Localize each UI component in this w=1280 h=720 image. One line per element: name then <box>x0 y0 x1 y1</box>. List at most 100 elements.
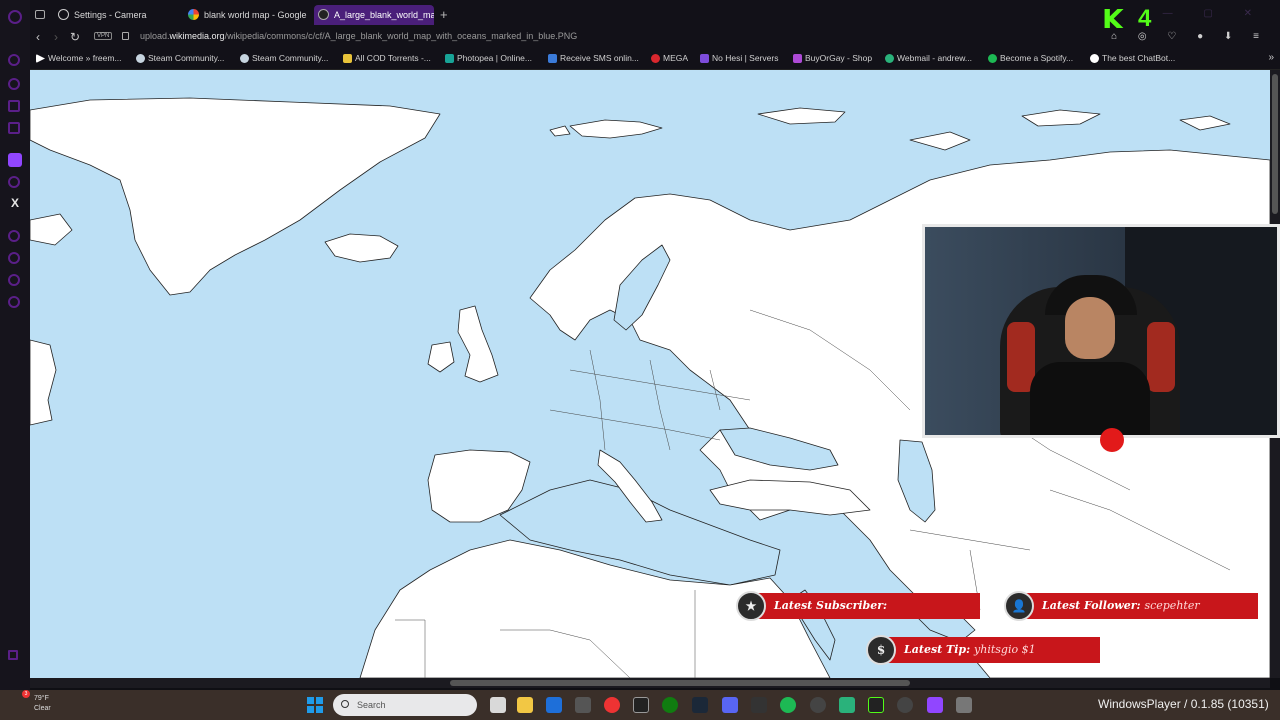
weather-badge: 3 <box>22 690 30 698</box>
toolbar-right-icons[interactable]: ⌂ ◎ ♡ ● ⬇ ≡ <box>1111 31 1268 42</box>
webmail-icon <box>885 54 894 63</box>
latest-tip-alert: $ Latest Tip: yhitsgio $1 <box>866 635 1100 665</box>
sms-icon <box>548 54 557 63</box>
url-path: /wikipedia/commons/c/cf/A_large_blank_wo… <box>224 31 578 41</box>
search-icon <box>341 700 349 708</box>
dollar-icon: $ <box>866 635 896 665</box>
new-tab-button[interactable]: + <box>440 7 448 22</box>
url-host: wikimedia.org <box>169 31 225 41</box>
tab-label: Settings - Camera <box>74 10 147 20</box>
windows-start-icon[interactable] <box>307 697 323 713</box>
streamer-body <box>1030 362 1150 435</box>
latest-follower-alert: 👤 Latest Follower: scepehter <box>1004 591 1258 621</box>
google-icon <box>188 9 199 20</box>
nohesi-icon <box>700 54 709 63</box>
discord-icon[interactable] <box>722 697 738 713</box>
bookmark-item[interactable]: Webmail - andrew... <box>885 53 972 63</box>
reload-button[interactable]: ↻ <box>70 30 80 44</box>
scroll-thumb[interactable] <box>1272 74 1278 214</box>
app-icon[interactable] <box>956 697 972 713</box>
steam-icon <box>240 54 249 63</box>
tip-label: Latest Tip: <box>904 643 971 656</box>
bookmark-item[interactable]: Photopea | Online... <box>445 53 532 63</box>
app-icon[interactable] <box>897 697 913 713</box>
terminal-icon[interactable] <box>751 697 767 713</box>
twitch-taskbar-icon[interactable] <box>927 697 943 713</box>
sidebar-clock-icon[interactable] <box>8 252 20 264</box>
sidebar-history-icon[interactable] <box>8 230 20 242</box>
window-controls[interactable]: — ▢ ✕ <box>1163 8 1266 19</box>
bookmark-item[interactable]: BuyOrGay - Shop <box>793 53 872 63</box>
forward-button[interactable]: › <box>54 30 58 44</box>
steam-icon <box>136 54 145 63</box>
bookmark-item[interactable]: Steam Community... <box>136 53 224 63</box>
steam-taskbar-icon[interactable] <box>692 697 708 713</box>
github-icon[interactable] <box>810 697 826 713</box>
sidebar-ai-icon[interactable] <box>8 54 20 66</box>
app-icon[interactable] <box>868 697 884 713</box>
gear-icon <box>58 9 69 20</box>
horizontal-scrollbar[interactable] <box>30 678 1270 688</box>
app-icon[interactable] <box>839 697 855 713</box>
svalbard-landmass <box>569 119 663 139</box>
vpn-badge[interactable]: VPN <box>94 32 113 40</box>
follower-label: Latest Follower: <box>1042 599 1141 612</box>
bookmark-item[interactable]: Welcome » freem... <box>36 53 122 63</box>
weather-desc: Clear <box>34 705 51 712</box>
bookmark-item[interactable]: No Hesi | Servers <box>700 53 778 63</box>
ireland-landmass <box>427 341 455 373</box>
bookmark-item[interactable]: MEGA <box>651 53 688 63</box>
photopea-icon <box>445 54 454 63</box>
sidebar-settings-icon[interactable] <box>8 296 20 308</box>
spotify-taskbar-icon[interactable] <box>780 697 796 713</box>
xbox-icon[interactable] <box>662 697 678 713</box>
x-twitter-icon[interactable]: X <box>8 196 22 210</box>
lock-icon[interactable] <box>122 32 129 40</box>
app-icon[interactable] <box>575 697 591 713</box>
tab-google-search[interactable]: blank world map - Google <box>184 5 310 25</box>
opera-logo-icon[interactable] <box>8 10 22 24</box>
torrent-icon <box>343 54 352 63</box>
bookmark-item[interactable]: Become a Spotify... <box>988 53 1073 63</box>
sidebar-more-icon[interactable] <box>8 650 18 660</box>
url-field[interactable]: upload.wikimedia.org/wikipedia/commons/c… <box>140 31 577 41</box>
sidebar-messenger-icon[interactable] <box>8 78 20 90</box>
bookmark-item[interactable]: All COD Torrents -... <box>343 53 431 63</box>
weather-widget[interactable]: 3 79°F Clear <box>10 690 51 714</box>
bookmark-item[interactable]: Steam Community... <box>240 53 328 63</box>
opera-taskbar-icon[interactable] <box>604 697 620 713</box>
sidebar-workspace-icon[interactable] <box>8 100 20 112</box>
search-placeholder: Search <box>357 700 386 710</box>
tab-settings-camera[interactable]: Settings - Camera <box>54 5 184 25</box>
latest-subscriber-alert: ★ Latest Subscriber: <box>736 591 980 621</box>
tab-label: blank world map - Google <box>204 10 307 20</box>
tip-value: yhitsgio $1 <box>974 643 1036 656</box>
tab-bar: Settings - Camera blank world map - Goog… <box>30 0 1280 35</box>
taskbar-search[interactable]: Search <box>333 694 477 716</box>
tab-menu-icon[interactable] <box>30 5 50 25</box>
file-explorer-icon[interactable] <box>517 697 533 713</box>
obs-icon[interactable] <box>633 697 649 713</box>
person-icon: 👤 <box>1004 591 1034 621</box>
scroll-thumb[interactable] <box>450 680 910 686</box>
bookmark-item[interactable]: The best ChatBot... <box>1090 53 1175 63</box>
sidebar-bookmark-icon[interactable] <box>8 122 20 134</box>
more-bookmarks-button[interactable]: » <box>1268 52 1274 63</box>
sidebar-cube-icon[interactable] <box>8 274 20 286</box>
back-button[interactable]: ‹ <box>36 30 40 44</box>
tab-wikimedia-map[interactable]: A_large_blank_world_map <box>314 5 434 25</box>
mega-icon <box>651 54 660 63</box>
iceland-landmass <box>324 233 399 263</box>
store-icon[interactable] <box>546 697 562 713</box>
twitch-icon[interactable] <box>8 153 22 167</box>
task-view-icon[interactable] <box>490 697 506 713</box>
sidebar-music-icon[interactable] <box>8 176 20 188</box>
bookmark-item[interactable]: Receive SMS onlin... <box>548 53 639 63</box>
britain-landmass <box>457 305 499 383</box>
spotify-icon <box>988 54 997 63</box>
windows-player-text: WindowsPlayer / 0.1.85 (10351) <box>1098 697 1269 711</box>
opera-sidebar: X <box>0 0 30 690</box>
record-dot-icon <box>1100 428 1124 452</box>
subscriber-label: Latest Subscriber: <box>774 599 888 612</box>
chatbot-icon <box>1090 54 1099 63</box>
